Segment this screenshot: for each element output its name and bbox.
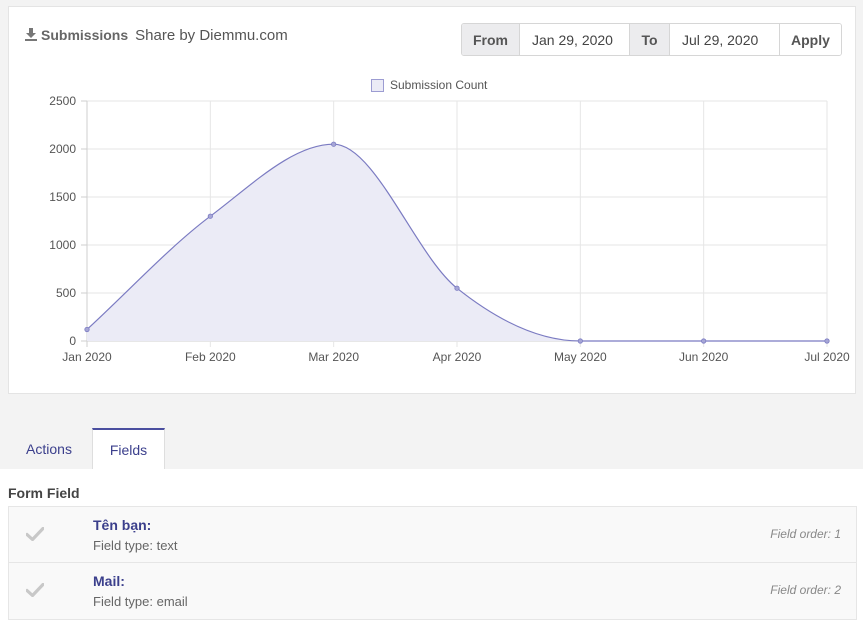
data-point: [207, 213, 213, 219]
check-icon: [26, 583, 44, 597]
data-point: [577, 338, 583, 344]
submission-chart: 0 500 1000 1500 2000 2500 Jan 2020 Feb 2020 Mar …: [49, 94, 850, 364]
field-order: Field order: 2: [770, 583, 841, 597]
y-tick-label: 2500: [49, 94, 76, 108]
data-point: [331, 141, 337, 147]
x-tick-label: Feb 2020: [185, 350, 236, 364]
tab-actions[interactable]: Actions: [8, 428, 90, 469]
field-row[interactable]: Tên bạn: Field type: text Field order: 1: [8, 506, 857, 563]
field-row[interactable]: Mail: Field type: email Field order: 2: [8, 563, 857, 620]
tab-fields[interactable]: Fields: [92, 428, 165, 470]
x-tick-label: Apr 2020: [433, 350, 482, 364]
data-point: [84, 326, 90, 333]
section-title: Form Field: [8, 485, 80, 501]
y-tick-label: 1500: [49, 190, 76, 204]
x-tick-label: Mar 2020: [308, 350, 359, 364]
field-order: Field order: 1: [770, 527, 841, 541]
field-type: Field type: text: [93, 538, 178, 553]
check-icon: [26, 527, 44, 541]
field-name: Mail:: [93, 573, 125, 589]
x-tick-label: May 2020: [554, 350, 607, 364]
data-point: [701, 338, 707, 344]
y-tick-label: 500: [56, 286, 76, 300]
x-tick-label: Jan 2020: [62, 350, 112, 364]
x-tick-label: Jun 2020: [679, 350, 729, 364]
data-point: [824, 338, 830, 344]
x-tick-label: Jul 2020: [804, 350, 850, 364]
y-tick-label: 0: [69, 334, 76, 348]
tab-bar: Actions Fields: [0, 428, 863, 470]
data-point: [454, 285, 460, 291]
field-type: Field type: email: [93, 594, 188, 609]
field-name: Tên bạn:: [93, 517, 152, 533]
submissions-panel: Submissions Share by Diemmu.com From Jan …: [8, 6, 856, 394]
fields-content: Form Field Tên bạn: Field type: text Fie…: [0, 469, 863, 629]
y-tick-label: 2000: [49, 142, 76, 156]
y-tick-label: 1000: [49, 238, 76, 252]
